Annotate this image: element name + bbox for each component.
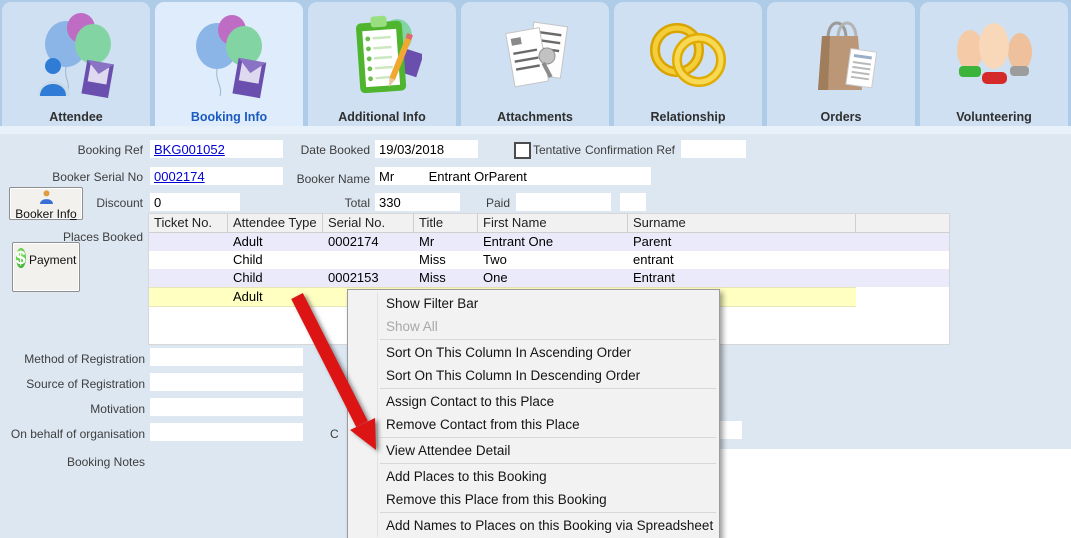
tab-additional-info[interactable]: Additional Info xyxy=(308,2,456,130)
tab-label: Volunteering xyxy=(920,110,1068,124)
tab-label: Attendee xyxy=(2,110,150,124)
on-behalf-of-organisation-label: On behalf of organisation xyxy=(0,427,145,441)
paid-extra-box[interactable] xyxy=(620,193,646,211)
grid-context-menu: Show Filter Bar Show All Sort On This Co… xyxy=(347,289,720,538)
method-of-registration-label: Method of Registration xyxy=(0,352,145,366)
raised-hands-icon xyxy=(920,10,1068,102)
tab-relationship[interactable]: Relationship xyxy=(614,2,762,130)
table-row[interactable]: Child Miss Two entrant xyxy=(149,251,949,269)
booker-full-name: Entrant OrParent xyxy=(429,169,527,184)
tab-label: Additional Info xyxy=(308,110,456,124)
column-header[interactable]: First Name xyxy=(478,214,628,232)
payment-button[interactable]: $ Payment xyxy=(12,242,80,292)
tab-label: Relationship xyxy=(614,110,762,124)
motivation-label: Motivation xyxy=(0,402,145,416)
booking-ref-label: Booking Ref xyxy=(0,143,143,157)
menu-item-view-attendee-detail[interactable]: View Attendee Detail xyxy=(348,439,719,462)
menu-item-show-filter-bar[interactable]: Show Filter Bar xyxy=(348,292,719,315)
method-of-registration-field[interactable] xyxy=(150,348,303,366)
tab-attachments[interactable]: Attachments xyxy=(461,2,609,130)
tab-bar: Attendee Booking Info xyxy=(0,0,1071,130)
clipped-label: C xyxy=(330,427,339,441)
paid-field[interactable] xyxy=(516,193,611,211)
on-behalf-of-organisation-field[interactable] xyxy=(150,423,303,441)
column-header[interactable]: Serial No. xyxy=(323,214,414,232)
date-booked-field[interactable]: 19/03/2018 xyxy=(375,140,478,158)
booking-window: Attendee Booking Info xyxy=(0,0,1071,538)
tentative-checkbox[interactable] xyxy=(514,142,531,159)
booker-info-button[interactable]: Booker Info xyxy=(9,187,83,220)
menu-separator xyxy=(380,388,716,389)
menu-item-remove-place[interactable]: Remove this Place from this Booking xyxy=(348,488,719,511)
menu-item-add-names-via-spreadsheet[interactable]: Add Names to Places on this Booking via … xyxy=(348,514,719,537)
tab-booking-info[interactable]: Booking Info xyxy=(155,2,303,130)
table-row[interactable]: Adult 0002174 Mr Entrant One Parent xyxy=(149,233,949,251)
column-header[interactable]: Attendee Type xyxy=(228,214,323,232)
person-icon xyxy=(10,190,82,207)
tab-volunteering[interactable]: Volunteering xyxy=(920,2,1068,130)
paid-label: Paid xyxy=(430,196,510,210)
menu-item-show-all[interactable]: Show All xyxy=(348,315,719,338)
attendee-balloons-person-icon xyxy=(2,10,150,102)
places-booked-label: Places Booked xyxy=(0,230,143,244)
menu-item-remove-contact[interactable]: Remove Contact from this Place xyxy=(348,413,719,436)
tab-label: Booking Info xyxy=(155,110,303,124)
tab-strip-divider xyxy=(0,126,1071,134)
shopping-bag-order-icon xyxy=(767,10,915,102)
discount-field[interactable]: 0 xyxy=(150,193,240,211)
confirmation-ref-field[interactable] xyxy=(681,140,746,158)
menu-item-add-places[interactable]: Add Places to this Booking xyxy=(348,465,719,488)
confirmation-ref-label: Confirmation Ref xyxy=(545,143,675,157)
column-header[interactable]: Title xyxy=(414,214,478,232)
menu-item-sort-ascending[interactable]: Sort On This Column In Ascending Order xyxy=(348,341,719,364)
tab-label: Attachments xyxy=(461,110,609,124)
motivation-field[interactable] xyxy=(150,398,303,416)
booker-name-field[interactable]: Mr Entrant OrParent xyxy=(375,167,651,185)
menu-item-assign-contact[interactable]: Assign Contact to this Place xyxy=(348,390,719,413)
table-row[interactable]: Child 0002153 Miss One Entrant xyxy=(149,269,949,287)
booking-notes-label: Booking Notes xyxy=(0,455,145,469)
menu-separator xyxy=(380,437,716,438)
total-label: Total xyxy=(240,196,370,210)
documents-pin-icon xyxy=(461,10,609,102)
menu-item-sort-descending[interactable]: Sort On This Column In Descending Order xyxy=(348,364,719,387)
menu-separator xyxy=(380,512,716,513)
source-of-registration-label: Source of Registration xyxy=(0,377,145,391)
date-booked-label: Date Booked xyxy=(240,143,370,157)
menu-separator xyxy=(380,339,716,340)
source-of-registration-field[interactable] xyxy=(150,373,303,391)
menu-separator xyxy=(380,463,716,464)
clipboard-checklist-icon xyxy=(308,10,456,102)
tab-orders[interactable]: Orders xyxy=(767,2,915,130)
booking-balloons-envelope-icon xyxy=(155,10,303,102)
payment-dollar-icon: $ xyxy=(16,248,26,268)
tab-attendee[interactable]: Attendee xyxy=(2,2,150,130)
column-header[interactable]: Surname xyxy=(628,214,856,232)
booker-name-label: Booker Name xyxy=(240,172,370,186)
booker-serial-no-label: Booker Serial No xyxy=(0,170,143,184)
wedding-rings-icon xyxy=(614,10,762,102)
tab-label: Orders xyxy=(767,110,915,124)
column-header[interactable]: Ticket No. xyxy=(149,214,228,232)
booker-title: Mr xyxy=(379,169,425,184)
grid-header-row[interactable]: Ticket No. Attendee Type Serial No. Titl… xyxy=(149,214,949,233)
